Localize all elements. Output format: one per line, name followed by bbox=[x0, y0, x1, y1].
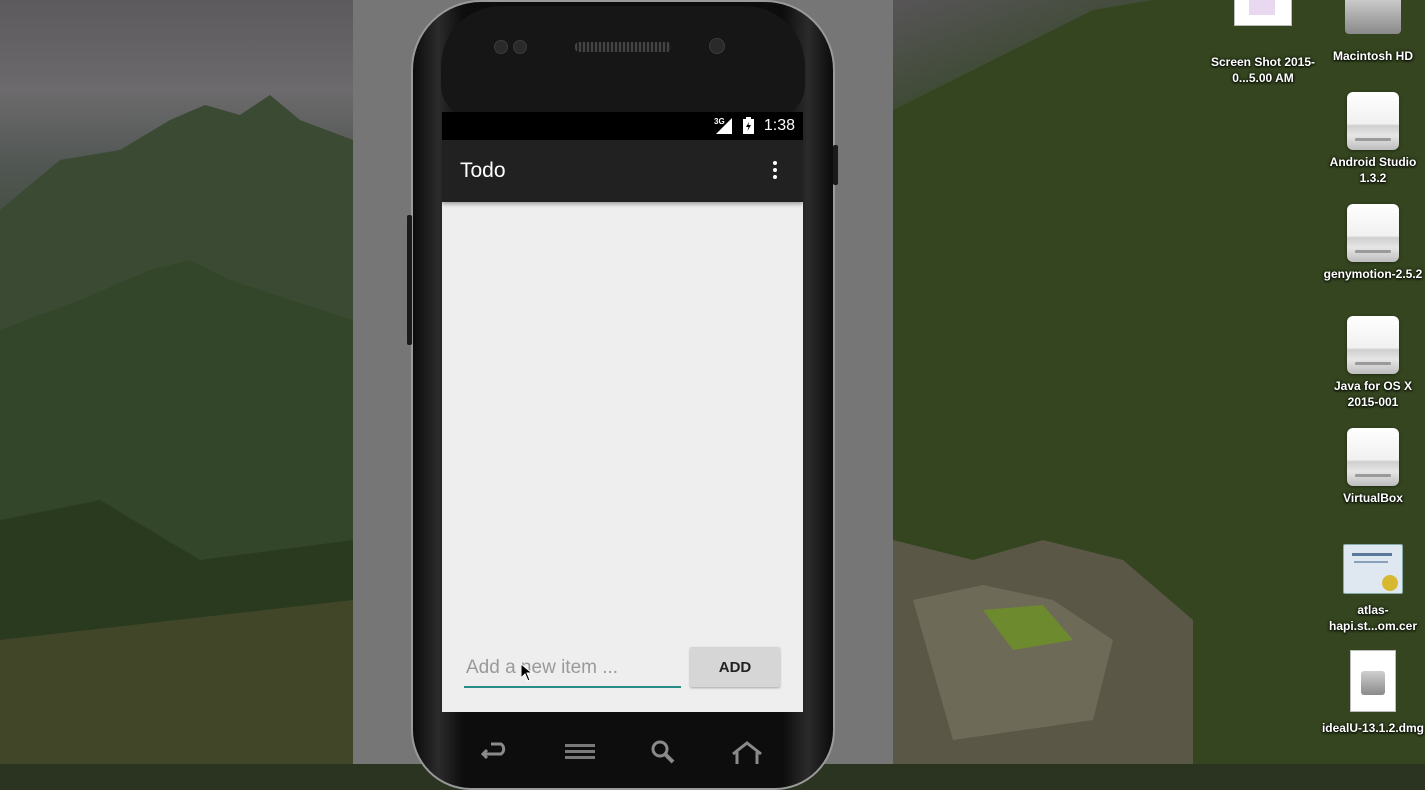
certificate-icon bbox=[1343, 544, 1403, 594]
disk-image-icon bbox=[1347, 316, 1399, 374]
hard-drive-icon bbox=[1345, 0, 1401, 34]
emulator-window: 3G 1:38 Todo ADD bbox=[353, 0, 893, 790]
desktop-icon-genymotion[interactable]: genymotion-2.5.2 bbox=[1318, 204, 1425, 282]
desktop-icon-android-studio[interactable]: Android Studio 1.3.2 bbox=[1318, 92, 1425, 186]
desktop-icon-label: atlas-hapi.st...om.cer bbox=[1328, 603, 1418, 633]
app-title: Todo bbox=[460, 159, 506, 182]
desktop-icon-label: VirtualBox bbox=[1343, 491, 1403, 505]
new-item-input[interactable] bbox=[464, 650, 681, 688]
desktop-icon-screenshot[interactable]: Screen Shot 2015-0...5.00 AM bbox=[1208, 0, 1318, 86]
menu-icon[interactable] bbox=[565, 740, 595, 764]
desktop-icon-label: Screen Shot 2015-0...5.00 AM bbox=[1210, 55, 1316, 85]
desktop-icon-java-osx[interactable]: Java for OS X 2015-001 bbox=[1318, 316, 1425, 410]
dmg-file-icon bbox=[1350, 650, 1396, 712]
image-file-icon bbox=[1234, 0, 1292, 26]
signal-icon bbox=[716, 118, 732, 134]
sensor-icon bbox=[513, 40, 527, 54]
add-button[interactable]: ADD bbox=[690, 647, 780, 687]
mouse-cursor-icon bbox=[521, 664, 533, 682]
search-icon[interactable] bbox=[651, 740, 675, 764]
power-button[interactable] bbox=[833, 145, 838, 185]
desktop-wallpaper-left bbox=[0, 0, 353, 764]
desktop-icon-idealu-dmg[interactable]: idealU-13.1.2.dmg bbox=[1318, 650, 1425, 736]
todo-items-list[interactable] bbox=[442, 202, 803, 622]
back-icon[interactable] bbox=[481, 740, 509, 764]
desktop-icon-label: Android Studio 1.3.2 bbox=[1329, 155, 1417, 185]
disk-image-icon bbox=[1347, 204, 1399, 262]
desktop-icon-macintosh-hd[interactable]: Macintosh HD bbox=[1318, 0, 1425, 64]
status-bar: 3G 1:38 bbox=[442, 112, 803, 140]
overflow-menu-icon[interactable] bbox=[765, 161, 785, 183]
desktop-icon-label: Java for OS X 2015-001 bbox=[1333, 379, 1413, 409]
desktop-icon-label: idealU-13.1.2.dmg bbox=[1321, 721, 1425, 735]
front-camera-icon bbox=[709, 38, 725, 54]
phone-earpiece-area bbox=[441, 6, 805, 116]
app-toolbar: Todo bbox=[442, 140, 803, 202]
desktop-icon-label: genymotion-2.5.2 bbox=[1323, 267, 1423, 281]
disk-image-icon bbox=[1347, 92, 1399, 150]
volume-button[interactable] bbox=[407, 215, 412, 345]
disk-image-icon bbox=[1347, 428, 1399, 486]
battery-icon bbox=[743, 117, 754, 134]
desktop-icon-virtualbox[interactable]: VirtualBox bbox=[1318, 428, 1425, 506]
desktop-icon-label: Macintosh HD bbox=[1332, 49, 1413, 63]
home-icon[interactable] bbox=[731, 740, 763, 764]
desktop-icon-atlas-cert[interactable]: atlas-hapi.st...om.cer bbox=[1318, 544, 1425, 634]
status-clock: 1:38 bbox=[763, 117, 795, 134]
device-screen: 3G 1:38 Todo ADD bbox=[442, 112, 803, 712]
mountain-scenery-left bbox=[0, 95, 353, 764]
sensor-icon bbox=[494, 40, 508, 54]
earpiece-speaker bbox=[575, 42, 671, 52]
